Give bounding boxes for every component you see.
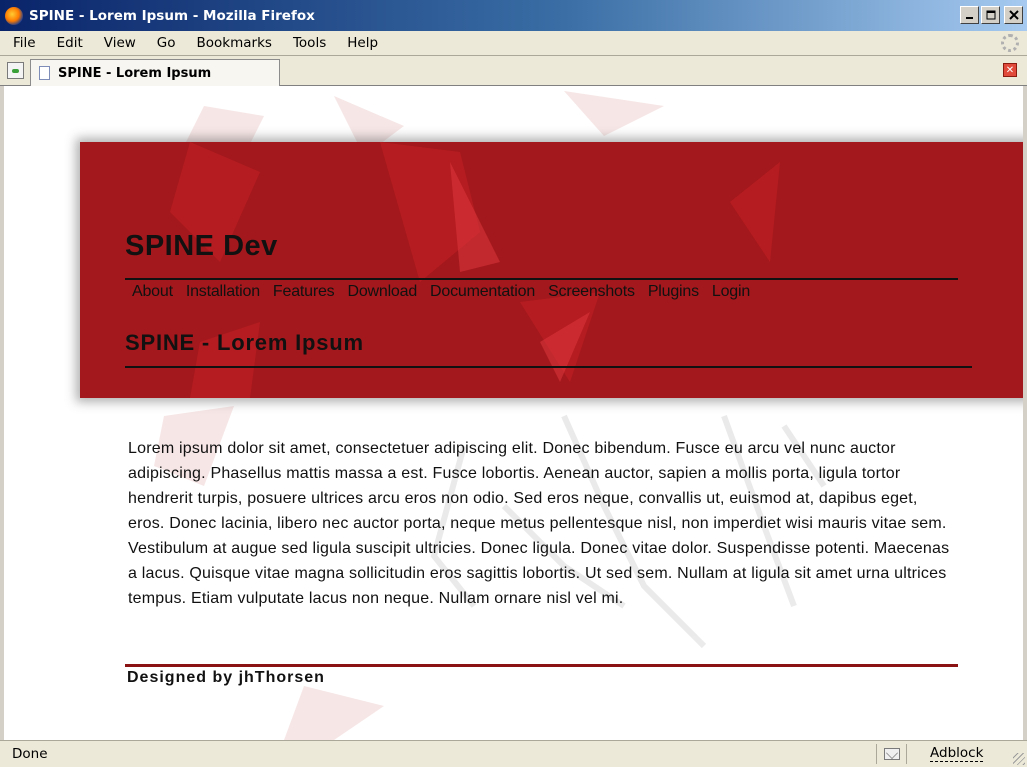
nav-download[interactable]: Download [347, 283, 417, 301]
site-nav: About Installation Features Download Doc… [132, 283, 763, 301]
resize-grip-icon[interactable] [1013, 753, 1025, 765]
site-title: SPINE Dev [125, 230, 278, 262]
tab-bar: SPINE - Lorem Ipsum ✕ [0, 56, 1027, 86]
nav-documentation[interactable]: Documentation [430, 283, 535, 301]
nav-screenshots[interactable]: Screenshots [548, 283, 635, 301]
heading-divider [125, 366, 972, 368]
footer-credit: Designed by jhThorsen [127, 669, 325, 686]
window-titlebar[interactable]: SPINE - Lorem Ipsum - Mozilla Firefox [0, 0, 1027, 31]
tab-label: SPINE - Lorem Ipsum [58, 65, 212, 81]
menu-bar: File Edit View Go Bookmarks Tools Help [0, 31, 1027, 56]
menu-edit[interactable]: Edit [44, 35, 91, 51]
window-border-right [1023, 86, 1027, 740]
nav-login[interactable]: Login [712, 283, 750, 301]
menu-view[interactable]: View [91, 35, 144, 51]
nav-about[interactable]: About [132, 283, 173, 301]
menu-bookmarks[interactable]: Bookmarks [184, 35, 280, 51]
body-text: Lorem ipsum dolor sit amet, consectetuer… [128, 440, 950, 607]
footer-divider [125, 664, 958, 667]
window-title: SPINE - Lorem Ipsum - Mozilla Firefox [29, 7, 315, 24]
page-viewport: SPINE Dev About Installation Features Do… [4, 86, 1023, 740]
document-icon [39, 66, 50, 80]
nav-features[interactable]: Features [273, 283, 335, 301]
menu-tools[interactable]: Tools [280, 35, 334, 51]
banner-watermark [170, 142, 780, 398]
close-icon [1008, 10, 1019, 20]
status-separator [876, 744, 877, 764]
minimize-icon [965, 17, 973, 19]
firefox-icon [5, 6, 23, 25]
minimize-button[interactable] [960, 6, 979, 24]
close-window-button[interactable] [1004, 6, 1023, 24]
mail-icon[interactable] [884, 748, 900, 760]
status-separator [906, 744, 907, 764]
status-text: Done [12, 746, 48, 762]
window-controls [960, 6, 1023, 24]
adblock-button[interactable]: Adblock [930, 746, 984, 762]
close-tab-button[interactable]: ✕ [1003, 63, 1017, 77]
nav-installation[interactable]: Installation [186, 283, 260, 301]
title-divider [125, 278, 958, 280]
tab-active[interactable]: SPINE - Lorem Ipsum [30, 59, 280, 86]
menu-file[interactable]: File [0, 35, 44, 51]
maximize-button[interactable] [981, 6, 1000, 24]
nav-plugins[interactable]: Plugins [648, 283, 699, 301]
header-banner: SPINE Dev About Installation Features Do… [80, 142, 1023, 398]
menu-go[interactable]: Go [144, 35, 184, 51]
throbber-icon [1001, 34, 1019, 52]
maximize-icon [986, 10, 995, 20]
page-heading: SPINE - Lorem Ipsum [125, 330, 364, 355]
new-tab-button[interactable] [7, 62, 24, 79]
menu-help[interactable]: Help [334, 35, 386, 51]
status-bar: Done Adblock [0, 740, 1027, 767]
close-tab-icon: ✕ [1005, 64, 1015, 76]
